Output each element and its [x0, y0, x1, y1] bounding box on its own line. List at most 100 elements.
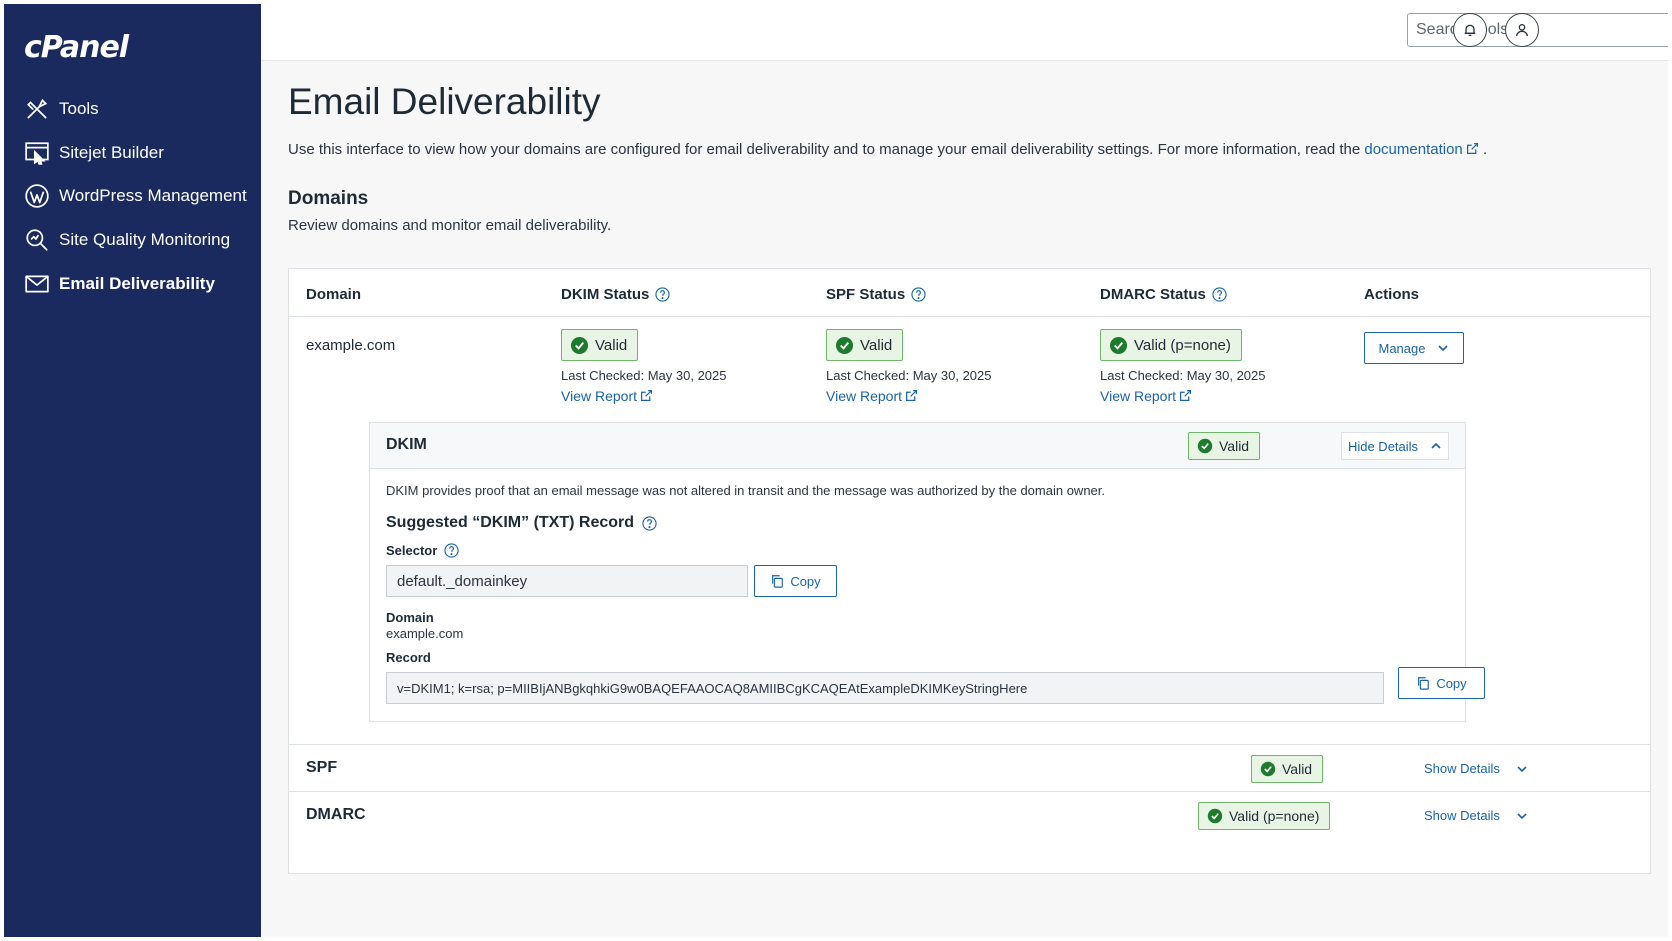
chevron-down-icon — [1517, 765, 1527, 772]
dkim-view-report-link[interactable]: View Report — [561, 388, 653, 404]
bell-icon — [1464, 24, 1476, 36]
dmarc-row-status-badge: Valid (p=none) — [1198, 802, 1331, 830]
copy-label: Copy — [1436, 675, 1467, 691]
help-icon[interactable] — [655, 287, 670, 302]
sidebar-item-label: Sitejet Builder — [59, 143, 164, 162]
record-field[interactable]: v=DKIM1; k=rsa; p=MIIBIjANBgkqhkiG9w0BAQ… — [386, 672, 1384, 704]
column-header-actions: Actions — [1364, 286, 1420, 303]
sidebar-item-label: WordPress Management — [59, 186, 247, 205]
help-icon[interactable] — [444, 543, 459, 558]
selector-label: Selector — [386, 543, 459, 558]
column-header-label: SPF Status — [826, 286, 906, 303]
manage-button[interactable]: Manage — [1364, 332, 1464, 364]
sidebar-item-label: Tools — [59, 99, 99, 118]
view-report-label: View Report — [826, 388, 903, 404]
dmarc-show-details-button[interactable]: Show Details — [1424, 808, 1528, 823]
column-header-dmarc: DMARC Status — [1100, 286, 1227, 303]
user-icon — [1516, 24, 1528, 37]
column-header-domain: Domain — [306, 286, 362, 303]
column-header-label: DMARC Status — [1100, 286, 1206, 303]
chevron-down-icon — [1438, 345, 1449, 352]
show-details-label: Show Details — [1424, 808, 1500, 823]
dkim-panel-status-badge: Valid — [1188, 432, 1261, 460]
view-report-label: View Report — [1100, 388, 1177, 404]
suggested-record-title: Suggested “DKIM” (TXT) Record — [386, 514, 657, 532]
copy-icon — [772, 575, 784, 588]
copy-label: Copy — [790, 573, 821, 589]
spf-row-status-badge: Valid — [1251, 755, 1324, 783]
top-bar — [261, 4, 1668, 61]
spf-view-report-link[interactable]: View Report — [826, 388, 918, 404]
sidebar-item-wordpress[interactable]: WordPress Management — [24, 181, 247, 211]
page-title: Email Deliverability — [288, 81, 601, 122]
selector-label-text: Selector — [386, 543, 438, 558]
notifications-button[interactable] — [1453, 13, 1487, 47]
user-menu-button[interactable] — [1505, 13, 1539, 47]
dmarc-status-badge: Valid (p=none) — [1100, 329, 1242, 361]
status-text: Valid (p=none) — [1134, 336, 1231, 354]
help-icon[interactable] — [642, 515, 657, 531]
dkim-status-badge: Valid — [561, 329, 639, 361]
spf-row-title: SPF — [306, 759, 338, 776]
cpanel-logo[interactable]: cPanel — [24, 30, 129, 65]
suggested-record-label: Suggested “DKIM” (TXT) Record — [386, 514, 635, 531]
envelope-icon — [25, 275, 49, 293]
help-icon[interactable] — [1212, 287, 1227, 302]
dkim-panel-title: DKIM — [386, 436, 427, 453]
section-title: Domains — [288, 188, 369, 209]
dkim-last-checked: Last Checked: May 30, 2025 — [561, 368, 727, 383]
external-link-icon — [1466, 143, 1478, 154]
column-header-dkim: DKIM Status — [561, 286, 670, 303]
column-header-label: DKIM Status — [561, 286, 650, 303]
status-text: Valid — [595, 336, 628, 354]
header-divider — [289, 316, 1650, 317]
external-link-icon — [1180, 390, 1191, 401]
hide-details-label: Hide Details — [1347, 438, 1419, 454]
spf-show-details-button[interactable]: Show Details — [1424, 761, 1528, 776]
external-link-icon — [906, 390, 917, 401]
documentation-link-label: documentation — [1364, 141, 1463, 158]
check-circle-icon — [570, 336, 589, 354]
domains-table: Domain DKIM Status SPF Status DMARC Stat… — [288, 268, 1651, 874]
dmarc-last-checked: Last Checked: May 30, 2025 — [1100, 368, 1266, 383]
status-text: Valid — [1282, 761, 1313, 777]
check-circle-icon — [1260, 761, 1276, 777]
sidebar-item-site-quality[interactable]: Site Quality Monitoring — [24, 225, 230, 255]
help-icon[interactable] — [911, 287, 926, 302]
sidebar-item-sitejet[interactable]: Sitejet Builder — [24, 138, 164, 168]
view-report-label: View Report — [561, 388, 638, 404]
copy-record-button[interactable]: Copy — [1398, 667, 1485, 699]
manage-label: Manage — [1378, 340, 1426, 356]
dmarc-row-title: DMARC — [306, 806, 366, 823]
status-text: Valid (p=none) — [1229, 808, 1320, 824]
app-frame: cPanel Tools Sitejet Builder WordPress M… — [4, 4, 1668, 937]
check-circle-icon — [1207, 808, 1223, 824]
dkim-description: DKIM provides proof that an email messag… — [386, 483, 1105, 498]
copy-icon — [1418, 677, 1430, 690]
show-details-label: Show Details — [1424, 761, 1500, 776]
check-circle-icon — [1109, 336, 1128, 354]
wordpress-icon — [25, 184, 49, 208]
sitejet-icon — [25, 142, 49, 165]
dmarc-view-report-link[interactable]: View Report — [1100, 388, 1192, 404]
status-text: Valid — [860, 336, 893, 354]
domain-label: Domain — [386, 610, 434, 625]
sidebar-item-label: Email Deliverability — [59, 274, 215, 293]
copy-selector-button[interactable]: Copy — [754, 565, 837, 597]
chevron-up-icon — [1431, 442, 1441, 449]
intro-end: . — [1482, 141, 1488, 158]
spf-last-checked: Last Checked: May 30, 2025 — [826, 368, 992, 383]
tools-icon — [27, 98, 48, 119]
external-link-icon — [641, 390, 652, 401]
dkim-panel-header: DKIM Valid Hide Details — [370, 423, 1465, 469]
check-circle-icon — [1197, 438, 1213, 454]
sidebar-item-tools[interactable]: Tools — [24, 94, 99, 124]
hide-details-button[interactable]: Hide Details — [1341, 432, 1449, 460]
intro-text: Use this interface to view how your doma… — [288, 141, 1487, 158]
selector-field[interactable]: default._domainkey — [386, 565, 748, 597]
check-circle-icon — [835, 336, 854, 354]
sidebar-item-email-deliverability[interactable]: Email Deliverability — [24, 269, 215, 299]
section-subtitle: Review domains and monitor email deliver… — [288, 217, 612, 234]
documentation-link[interactable]: documentation — [1364, 141, 1478, 158]
column-header-spf: SPF Status — [826, 286, 926, 303]
